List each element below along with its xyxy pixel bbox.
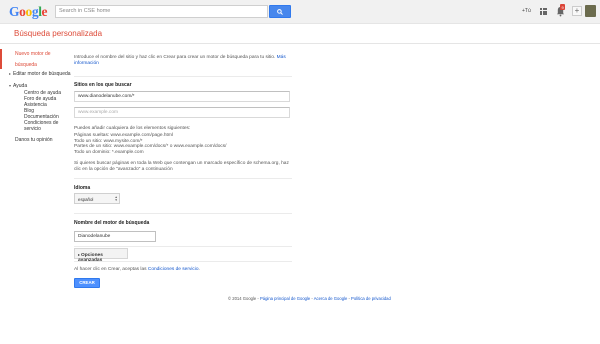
divider	[74, 178, 292, 179]
terms-text: Al hacer clic en Crear, aceptas las Cond…	[74, 267, 200, 272]
terms-link[interactable]: Condiciones de servicio	[148, 267, 199, 272]
advanced-options-button[interactable]: ▸Opciones avanzadas	[74, 248, 128, 263]
apps-grid-icon[interactable]	[540, 8, 547, 15]
sidebar-item-label: búsqueda	[15, 62, 37, 68]
engine-name-input[interactable]: Dianodelanube	[74, 231, 156, 242]
logo-letter: e	[41, 4, 48, 19]
language-select[interactable]: español ▴ ▾	[74, 193, 120, 204]
sidebar-item-label: Nuevo motor de	[15, 51, 51, 57]
select-arrows-icon: ▴ ▾	[115, 195, 117, 202]
footer-link-home[interactable]: Página principal de Google	[260, 296, 310, 301]
create-button[interactable]: CREAR	[74, 278, 100, 288]
notification-count-badge: 9	[560, 4, 566, 10]
more-info-link[interactable]: Más	[277, 55, 286, 60]
site-input-empty[interactable]: www.example.com	[74, 107, 290, 118]
avatar[interactable]	[585, 5, 596, 17]
schema-text-cont: clic en la opción de "avanzado" a contin…	[74, 167, 173, 172]
top-bar: Google Search in CSE home +Tú 9 +	[0, 0, 600, 24]
more-info-link-cont[interactable]: información	[74, 61, 99, 66]
triangle-right-icon: ▸	[78, 251, 81, 257]
site-input[interactable]: www.dianodelanube.com/*	[74, 91, 290, 102]
example-line: Todo un dominio: *.example.com	[74, 149, 144, 155]
sites-heading: Sitios en los que buscar	[74, 82, 132, 88]
search-button[interactable]	[269, 5, 291, 18]
copyright: © 2014 Google	[228, 296, 257, 301]
divider	[74, 76, 292, 77]
footer: © 2014 Google - Página principal de Goog…	[228, 296, 391, 301]
engine-name-heading: Nombre del motor de búsqueda	[74, 220, 150, 226]
title-bar: Búsqueda personalizada	[0, 24, 600, 44]
footer-link-about[interactable]: Acerca de Google	[314, 296, 348, 301]
sidebar-item-edit[interactable]: ▸ Editar motor de búsqueda	[9, 71, 71, 77]
plus-you-link[interactable]: +Tú	[522, 8, 531, 14]
triangle-right-icon: ▸	[9, 71, 12, 76]
language-heading: Idioma	[74, 185, 91, 191]
sidebar-item-help[interactable]: ▾ Ayuda	[9, 83, 27, 89]
divider	[74, 261, 292, 262]
search-icon	[277, 8, 283, 15]
sidebar-item-label: Editar motor de búsqueda	[13, 71, 71, 77]
examples-intro: Puedes añadir cualquiera de los elemento…	[74, 126, 191, 131]
search-input[interactable]: Search in CSE home	[55, 5, 268, 18]
triangle-down-icon: ▾	[9, 83, 12, 88]
logo-letter: G	[9, 4, 20, 19]
schema-text: Si quieres buscar páginas en toda la Web…	[74, 161, 289, 166]
sidebar-item-new-engine[interactable]: Nuevo motor de búsqueda	[0, 49, 70, 69]
divider	[74, 246, 292, 247]
share-button[interactable]: +	[572, 6, 582, 16]
page-title: Búsqueda personalizada	[14, 29, 103, 38]
language-select-value: español	[78, 196, 94, 202]
intro-text: Introduce el nombre del sitio y haz clic…	[74, 55, 286, 66]
sidebar-subitem-terms-cont[interactable]: servicio	[24, 126, 41, 132]
footer-link-privacy[interactable]: Política de privacidad	[351, 296, 391, 301]
divider	[74, 213, 292, 214]
sidebar-item-label: Ayuda	[13, 83, 28, 89]
google-logo[interactable]: Google	[9, 4, 48, 20]
sidebar-item-feedback[interactable]: Danos tu opinión	[15, 137, 53, 143]
